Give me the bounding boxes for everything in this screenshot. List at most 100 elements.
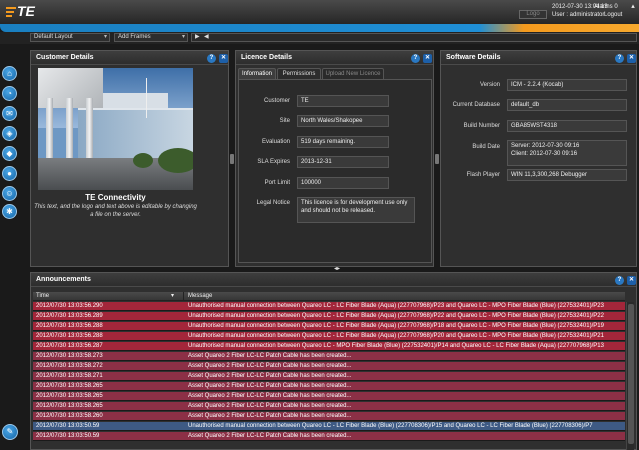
- alarms-count: 0: [614, 4, 618, 10]
- field-label: Legal Notice: [256, 200, 290, 206]
- logout-link[interactable]: Logout: [604, 11, 622, 19]
- table-row[interactable]: 2012/07/30 13:03:58.265 Asset Quareo 2 Fi…: [33, 392, 625, 401]
- field-label: SLA Expires: [257, 159, 290, 165]
- sort-icon[interactable]: ▾: [171, 292, 174, 301]
- table-row[interactable]: 2012/07/30 13:03:56.288 Unauthorised manu…: [33, 332, 625, 341]
- layout-select[interactable]: Default Layout ▾: [30, 33, 110, 42]
- table-header: Time ▾ Message: [33, 292, 625, 301]
- tab-permissions[interactable]: Permissions: [277, 68, 321, 79]
- table-scrollbar[interactable]: [626, 302, 634, 450]
- user-label: User : administrator: [552, 12, 605, 18]
- row-message: Asset Quareo 2 Fiber LC-LC Patch Cable h…: [188, 353, 352, 359]
- close-icon[interactable]: ✕: [627, 54, 636, 63]
- field-label: Evaluation: [261, 139, 290, 145]
- port-limit-field: 100000: [297, 177, 389, 189]
- layers-icon[interactable]: ◈: [2, 126, 17, 141]
- row-message: Unauthorised manual connection between Q…: [188, 313, 604, 319]
- pin-icon[interactable]: ●: [2, 166, 17, 181]
- row-message: Asset Quareo 2 Fiber LC-LC Patch Cable h…: [188, 373, 352, 379]
- close-icon[interactable]: ✕: [627, 276, 636, 285]
- toolbar: Default Layout ▾ Add Frames ▾ ▶ ◀: [0, 32, 639, 44]
- panel-header: Announcements ? ✕: [31, 273, 636, 287]
- chat-icon[interactable]: ✉: [2, 106, 17, 121]
- field-label: Build Number: [463, 123, 500, 129]
- build-number-field: GBA85WST4318: [507, 120, 627, 132]
- tag-icon[interactable]: ◆: [2, 146, 17, 161]
- field-label: Site: [279, 118, 290, 124]
- build-date-field: Server: 2012-07-30 09:16 Client: 2012-07…: [507, 140, 627, 166]
- panel-header: Customer Details ? ✕: [31, 51, 228, 65]
- legal-notice-field: This licence is for development use only…: [297, 197, 415, 223]
- edit-icon[interactable]: ✎: [2, 424, 18, 440]
- field-label: Customer: [263, 98, 290, 104]
- announcements-table: 2012/07/30 13:03:56.290 Unauthorised manu…: [33, 302, 625, 450]
- help-icon[interactable]: ?: [615, 276, 624, 285]
- row-message: Unauthorised manual connection between Q…: [188, 323, 604, 329]
- evaluation-field: 519 days remaining.: [297, 136, 389, 148]
- play-icon[interactable]: ▶: [195, 34, 200, 41]
- alarms-label[interactable]: Alarms 0: [594, 3, 618, 11]
- person-icon[interactable]: ☺: [2, 186, 17, 201]
- row-time: 2012/07/30 13:03:56.288: [36, 333, 103, 339]
- table-row[interactable]: 2012/07/30 13:03:56.290 Unauthorised manu…: [33, 302, 625, 311]
- table-row[interactable]: 2012/07/30 13:03:56.288 Unauthorised manu…: [33, 322, 625, 331]
- media-strip[interactable]: ▶ ◀: [191, 33, 637, 42]
- row-message: Asset Quareo 2 Fiber LC-LC Patch Cable h…: [188, 393, 352, 399]
- tab-upload-new-licence[interactable]: Upload New Licence: [322, 68, 384, 79]
- site-field: North Wales/Shakopee: [297, 115, 389, 127]
- table-row[interactable]: 2012/07/30 13:03:50.59 Unauthorised manua…: [33, 422, 625, 431]
- close-icon[interactable]: ✕: [423, 54, 432, 63]
- tab-information[interactable]: Information: [238, 68, 276, 79]
- field-label: Version: [479, 82, 500, 88]
- splitter-handle[interactable]: [230, 154, 234, 164]
- rewind-icon[interactable]: ◀: [204, 34, 209, 41]
- field-label: Build Date: [472, 144, 500, 150]
- table-row[interactable]: 2012/07/30 13:03:56.287 Unauthorised manu…: [33, 342, 625, 351]
- table-row[interactable]: 2012/07/30 13:03:58.260 Asset Quareo 2 Fi…: [33, 412, 625, 421]
- col-time-header[interactable]: Time: [36, 292, 49, 301]
- table-row[interactable]: 2012/07/30 13:03:58.265 Asset Quareo 2 Fi…: [33, 382, 625, 391]
- flash-player-field: WIN 11,3,300,268 Debugger: [507, 169, 627, 181]
- col-message-header[interactable]: Message: [188, 292, 212, 301]
- company-name: TE Connectivity: [85, 193, 146, 202]
- chevron-down-icon: ▾: [181, 34, 185, 40]
- help-icon[interactable]: ?: [411, 54, 420, 63]
- accent-bar: [0, 24, 639, 32]
- help-icon[interactable]: ?: [207, 54, 216, 63]
- collapse-header-icon[interactable]: ▴: [626, 2, 639, 12]
- field-label: Port Limit: [264, 180, 290, 186]
- table-row[interactable]: 2012/07/30 13:03:56.289 Unauthorised manu…: [33, 312, 625, 321]
- left-nav: ⌂ ◔ ✉ ◈ ◆ ● ☺ ✱: [0, 66, 18, 450]
- row-time: 2012/07/30 13:03:56.290: [36, 303, 103, 309]
- table-row[interactable]: 2012/07/30 13:03:50.59 Asset Quareo 2 Fib…: [33, 432, 625, 441]
- row-time: 2012/07/30 13:03:56.289: [36, 313, 103, 319]
- row-message: Unauthorised manual connection between Q…: [188, 423, 593, 429]
- panel-title: Licence Details: [241, 54, 292, 61]
- row-time: 2012/07/30 13:03:58.265: [36, 383, 103, 389]
- row-time: 2012/07/30 13:03:58.260: [36, 413, 103, 419]
- table-row[interactable]: 2012/07/30 13:03:58.272 Asset Quareo 2 Fi…: [33, 362, 625, 371]
- gear-icon[interactable]: ✱: [2, 204, 17, 219]
- field-label: Current Database: [452, 102, 500, 108]
- row-time: 2012/07/30 13:03:56.288: [36, 323, 103, 329]
- scrollbar-thumb[interactable]: [628, 304, 634, 444]
- home-icon[interactable]: ⌂: [2, 66, 17, 81]
- table-row[interactable]: 2012/07/30 13:03:58.271 Asset Quareo 2 Fi…: [33, 372, 625, 381]
- close-icon[interactable]: ✕: [219, 54, 228, 63]
- row-time: 2012/07/30 13:03:58.273: [36, 353, 103, 359]
- row-message: Unauthorised manual connection between Q…: [188, 303, 604, 309]
- row-message: Unauthorised manual connection between Q…: [188, 343, 604, 349]
- app-window: TE Logo 2012-07-30 13:04:13 Alarms 0 Use…: [0, 0, 639, 450]
- version-field: ICM - 2.2.4 (Kocab): [507, 79, 627, 91]
- logo-button[interactable]: Logo: [519, 10, 547, 19]
- table-row[interactable]: 2012/07/30 13:03:58.273 Asset Quareo 2 Fi…: [33, 352, 625, 361]
- row-time: 2012/07/30 13:03:56.287: [36, 343, 103, 349]
- speedometer-icon[interactable]: ◔: [2, 86, 17, 101]
- table-row[interactable]: 2012/07/30 13:03:58.265 Asset Quareo 2 Fi…: [33, 402, 625, 411]
- help-icon[interactable]: ?: [615, 54, 624, 63]
- frames-select[interactable]: Add Frames ▾: [114, 33, 188, 42]
- row-message: Unauthorised manual connection between Q…: [188, 333, 604, 339]
- row-time: 2012/07/30 13:03:50.59: [36, 433, 100, 439]
- row-time: 2012/07/30 13:03:58.265: [36, 403, 103, 409]
- splitter-handle[interactable]: [435, 154, 439, 164]
